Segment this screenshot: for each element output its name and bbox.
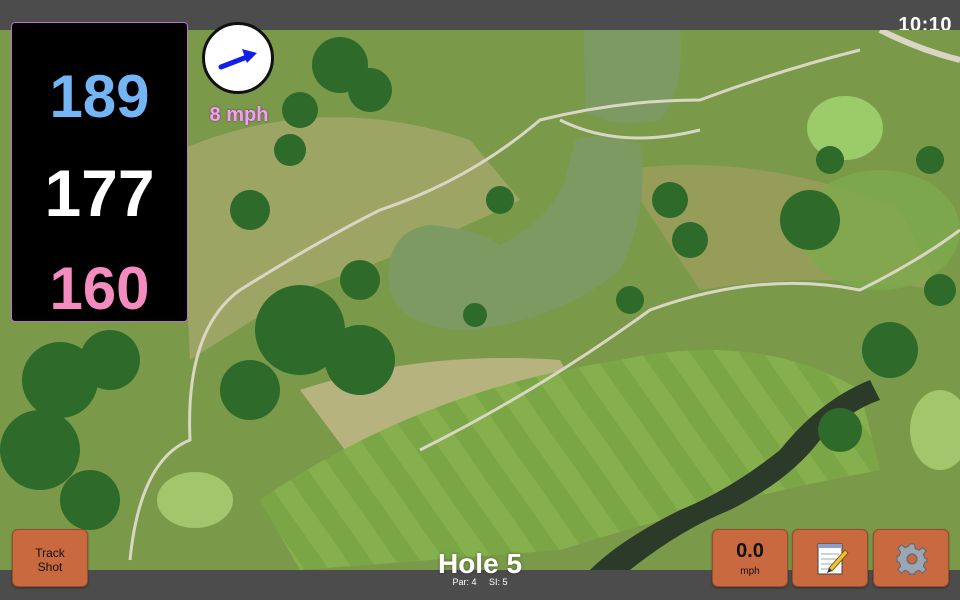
notes-button[interactable] [792,529,868,587]
wind-speed-value: 0.0 [736,540,764,562]
track-shot-label-line2: Shot [37,560,63,574]
notepad-icon [817,543,849,575]
gear-icon [896,543,928,575]
wind-speed-button[interactable]: 0.0 mph [712,529,788,587]
hole-title: Hole 5 [437,548,523,579]
green [157,472,233,528]
track-shot-label-line1: Track [35,546,65,560]
settings-button[interactable] [873,529,949,587]
distance-panel: 189 177 160 [11,22,188,322]
back-of-green-distance: 189 [49,63,150,130]
stroke-index-label: SI: 5 [489,577,508,587]
green [807,96,883,160]
par-label: Par: 4 [452,577,477,587]
wind-arrow-icon [218,49,257,70]
front-of-green-distance: 160 [49,255,150,322]
wind-direction-dial [202,22,274,94]
middle-of-green-distance: 177 [44,156,155,230]
track-shot-button[interactable]: Track Shot [12,529,88,587]
wind-speed-unit: mph [740,566,760,577]
wind-speed-label: 8 mph [209,104,269,126]
hole-meta: Par: 4 SI: 5 [400,577,560,587]
